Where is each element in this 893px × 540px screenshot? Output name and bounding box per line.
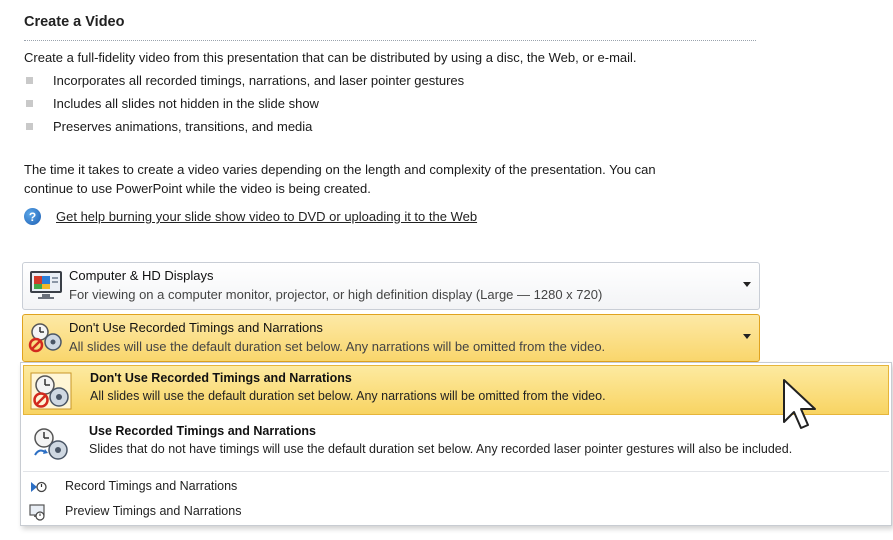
- bullet-square-icon: [26, 123, 33, 131]
- chevron-down-icon[interactable]: [743, 334, 751, 339]
- quality-subtitle: For viewing on a computer monitor, proje…: [69, 287, 603, 302]
- option-title: Use Recorded Timings and Narrations: [89, 424, 316, 438]
- create-video-panel: Create a Video Create a full-fidelity vi…: [0, 0, 893, 540]
- help-row: ? Get help burning your slide show video…: [24, 208, 477, 225]
- use-timings-icon: [34, 428, 68, 460]
- option-subtitle: Slides that do not have timings will use…: [89, 442, 793, 456]
- no-timings-icon: [28, 323, 62, 353]
- quality-title: Computer & HD Displays: [69, 268, 214, 283]
- timings-menu: Don't Use Recorded Timings and Narration…: [20, 362, 892, 526]
- timings-subtitle: All slides will use the default duration…: [69, 339, 606, 354]
- chevron-down-icon[interactable]: [743, 282, 751, 287]
- preview-icon: [29, 504, 45, 521]
- intro-text: Create a full-fidelity video from this p…: [24, 50, 637, 65]
- bullet-item: Incorporates all recorded timings, narra…: [26, 73, 464, 88]
- record-icon: [31, 481, 47, 493]
- title-divider: [24, 40, 756, 41]
- preview-timings-command[interactable]: Preview Timings and Narrations: [23, 500, 889, 524]
- no-timings-icon: [30, 372, 72, 410]
- bullet-item: Preserves animations, transitions, and m…: [26, 119, 312, 134]
- info-paragraph: The time it takes to create a video vari…: [24, 162, 656, 196]
- bullet-square-icon: [26, 100, 33, 108]
- bullet-item: Includes all slides not hidden in the sl…: [26, 96, 319, 111]
- bullet-square-icon: [26, 77, 33, 85]
- mouse-pointer-icon: [783, 379, 816, 429]
- option-subtitle: All slides will use the default duration…: [90, 389, 606, 403]
- menu-option-dont-use-timings[interactable]: Don't Use Recorded Timings and Narration…: [23, 365, 889, 415]
- record-timings-command[interactable]: Record Timings and Narrations: [23, 475, 889, 499]
- option-title: Don't Use Recorded Timings and Narration…: [90, 371, 352, 385]
- timings-dropdown[interactable]: Don't Use Recorded Timings and Narration…: [22, 314, 760, 362]
- menu-divider: [23, 471, 889, 472]
- menu-option-use-timings[interactable]: Use Recorded Timings and Narrations Slid…: [23, 419, 889, 469]
- section-title: Create a Video: [24, 14, 125, 30]
- help-question-icon[interactable]: ?: [24, 208, 41, 225]
- command-label: Preview Timings and Narrations: [65, 504, 242, 518]
- command-label: Record Timings and Narrations: [65, 479, 238, 493]
- timings-title: Don't Use Recorded Timings and Narration…: [69, 320, 323, 335]
- help-link[interactable]: Get help burning your slide show video t…: [56, 209, 477, 224]
- monitor-icon: [30, 271, 62, 299]
- quality-dropdown[interactable]: Computer & HD Displays For viewing on a …: [22, 262, 760, 310]
